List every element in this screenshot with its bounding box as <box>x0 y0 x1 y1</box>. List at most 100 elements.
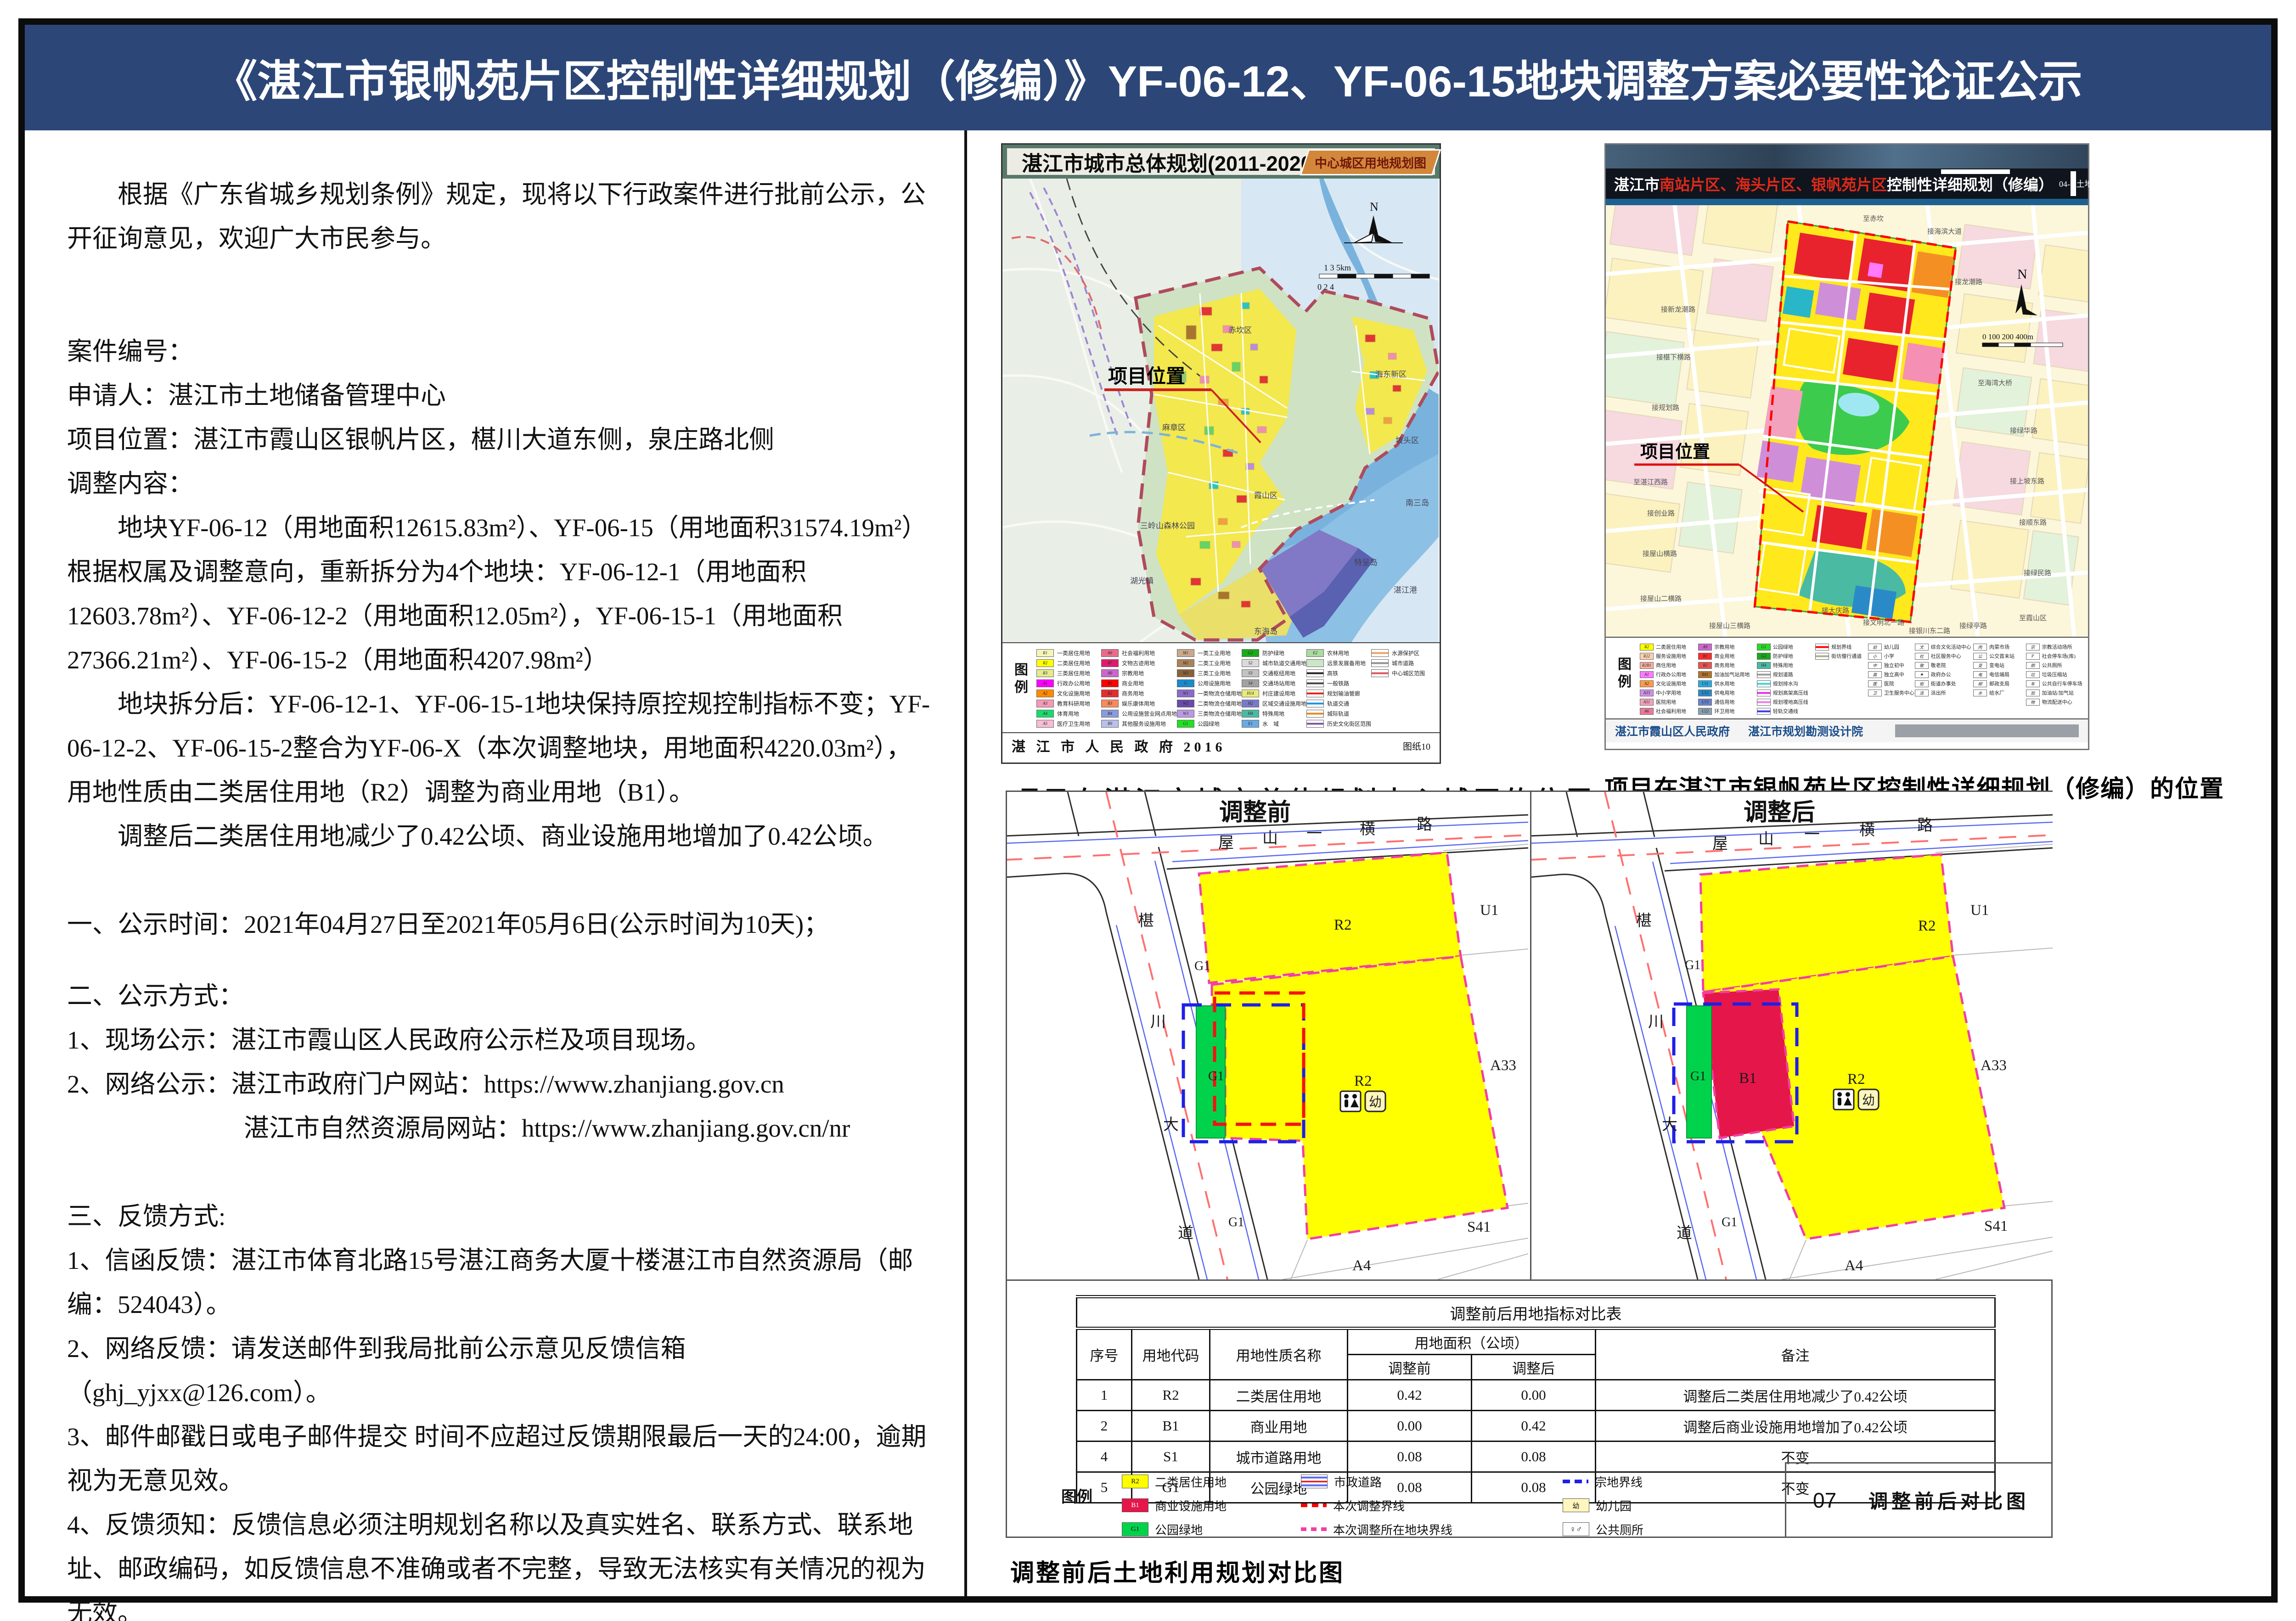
toilet-icon <box>1834 1089 1854 1110</box>
svg-text:项目位置: 项目位置 <box>1640 443 1710 462</box>
legend-item: M1一类工业用地 <box>1177 648 1242 658</box>
legend-item: A33中小学用地 <box>1640 688 1698 697</box>
kindergarten-icon: 幼 <box>1365 1091 1385 1111</box>
toilet-swatch: ♀♂ <box>1563 1522 1589 1536</box>
map2-footer: 湛江市霞山区人民政府 湛江市规划勘测设计院 <box>1606 718 2088 742</box>
legend-item: A2文化设施用地 <box>1640 679 1698 688</box>
svg-text:川: 川 <box>1648 1014 1664 1031</box>
legend-item: 公公交首末站 <box>1973 651 2026 661</box>
svg-text:R2: R2 <box>1918 918 1936 934</box>
legend-item: 敬敬老院 <box>1915 661 1973 670</box>
legend-item: U22环卫用地 <box>1698 707 1756 716</box>
svg-text:A33: A33 <box>1490 1057 1516 1074</box>
svg-text:G1: G1 <box>1194 959 1210 973</box>
decoration <box>1941 169 2010 174</box>
legend-item: P社会停车场(库) <box>2026 651 2084 661</box>
divider <box>1007 1279 2051 1281</box>
road-label: 接屋山横路 <box>1643 549 1677 558</box>
feedback-mail: 1、信函反馈：湛江市体育北路15号湛江商务大厦十楼湛江市自然资源局（邮编：524… <box>67 1239 932 1327</box>
public-notice-page: 《湛江市银帆苑片区控制性详细规划（修编）》YF-06-12、YF-06-15地块… <box>0 0 2296 1621</box>
feedback-notes: 4、反馈须知：反馈信息必须注明规划名称以及真实姓名、联系方式、联系地址、邮政编码… <box>67 1503 932 1621</box>
svg-text:路: 路 <box>1417 816 1432 833</box>
road-label: 接规划路 <box>1652 403 1679 412</box>
svg-text:椹: 椹 <box>1138 913 1154 930</box>
legend-item: B1商业用地 <box>1698 651 1756 661</box>
svg-text:屋: 屋 <box>1712 836 1728 853</box>
legend-item: R22服务设施用地 <box>1640 651 1698 661</box>
svg-text:G1: G1 <box>1690 1069 1706 1083</box>
header-band: 《湛江市银帆苑片区控制性详细规划（修编）》YF-06-12、YF-06-15地块… <box>25 25 2271 130</box>
project-location: 项目位置：湛江市霞山区银帆片区，椹川大道东侧，泉庄路北侧 <box>67 418 932 462</box>
svg-text:S41: S41 <box>1467 1219 1491 1235</box>
decoration <box>1895 724 2079 737</box>
col-header-serial: 序号 <box>1077 1329 1132 1380</box>
svg-text:道: 道 <box>1178 1224 1193 1242</box>
parcel-boundary-swatch <box>1563 1480 1588 1483</box>
legend-item: A9宗教用地 <box>1101 668 1177 678</box>
municipal-road-swatch <box>1301 1475 1328 1488</box>
road-label: 至霞山区 <box>2019 613 2047 623</box>
r2-swatch: R2 <box>1122 1475 1148 1488</box>
g1-swatch: G1 <box>1122 1522 1148 1536</box>
legend-item: 轨道交通 <box>1306 698 1371 708</box>
legend-item: 街坊慢行通道 <box>1815 651 1868 661</box>
section-time: 一、公示时间：2021年04月27日至2021年05月6日(公示时间为10天)； <box>67 903 932 947</box>
svg-text:N: N <box>1370 200 1379 213</box>
svg-text:屋: 屋 <box>1218 835 1234 852</box>
adjust-title: 调整内容： <box>67 462 932 506</box>
legend-item: W2二类物流仓储用地 <box>1177 698 1242 708</box>
legend-item: A6社会福利用地 <box>1101 648 1177 658</box>
legend-item: U15通信用地 <box>1698 697 1756 707</box>
legend-item: G1公园绿地 <box>1177 718 1242 729</box>
map1-gov: 湛 江 市 人 民 政 府 2016 <box>1012 735 1226 756</box>
kindergarten-icon: 幼 <box>1858 1089 1879 1110</box>
svg-text:椹: 椹 <box>1636 913 1652 930</box>
col-header-code: 用地代码 <box>1132 1329 1210 1380</box>
comparison-figure: 调整前 屋山 一横 路 椹川 大道 R2 R2 U1 A33 A4 S41 <box>1006 791 2053 1538</box>
map2-blue-stripe <box>1606 199 2088 205</box>
svg-text:川: 川 <box>1150 1014 1166 1031</box>
adjust-paragraph-3: 调整后二类居住用地减少了0.42公顷、商业设施用地增加了0.42公顷。 <box>67 814 932 858</box>
svg-text:G1: G1 <box>1685 958 1700 972</box>
svg-text:山: 山 <box>1758 831 1774 848</box>
legend-item: 邮邮政支局 <box>1973 679 2026 688</box>
adjust-paragraph-2: 地块拆分后：YF-06-12-1、YF-06-15-1地块保持原控规控制指标不变… <box>67 682 932 814</box>
road-label: 接创业路 <box>1647 508 1675 518</box>
svg-text:A33: A33 <box>1981 1057 2007 1074</box>
map2-title-bar: 湛江市 南站片区、海头片区、银帆苑片区 控制性详细规划（修编） 04-1 土地利… <box>1606 168 2088 199</box>
legend-item: S3交通枢纽用地 <box>1242 668 1306 678</box>
legend-item: R2二类居住用地 <box>1640 642 1698 651</box>
legend-item: M2二类工业用地 <box>1177 658 1242 668</box>
svg-text:N: N <box>2017 267 2027 282</box>
method-onsite: 1、现场公示：湛江市霞山区人民政府公示栏及项目现场。 <box>67 1018 932 1062</box>
legend-item: 街街道办事处 <box>1915 679 1973 688</box>
legend-item: 垃垃圾压缩站 <box>2026 670 2084 679</box>
road-label: 接屋山三横路 <box>1709 621 1750 630</box>
legend-item: 厕公共厕所 <box>2026 661 2084 670</box>
legend-item: ★政府办公 <box>1915 670 1973 679</box>
legend-item: 历史文化街区范围 <box>1306 718 1371 729</box>
sheet-name: 调整前后对比图 <box>1868 1486 2029 1514</box>
legend-item: A2文化设施用地 <box>1036 688 1101 698</box>
legend-item: 宗宗教活动场所 <box>2026 642 2084 651</box>
col-header-before: 调整前 <box>1348 1355 1472 1380</box>
legend-item: 水给水厂 <box>1973 688 2026 697</box>
road-label: 接海滨大道 <box>1927 226 1962 236</box>
legend-item: 加加油站/加气站 <box>2026 688 2084 697</box>
legend-item: U12供电用地 <box>1698 688 1756 697</box>
col-header-name: 用地性质名称 <box>1210 1329 1348 1380</box>
notice-text-column: 根据《广东省城乡规划条例》规定，现将以下行政案件进行批前公示，公开征询意见，欢迎… <box>25 130 967 1596</box>
col-header-area: 用地面积（公顷） <box>1348 1329 1596 1355</box>
road-label: 接龙潮路 <box>1955 277 1982 286</box>
adjust-boundary-swatch <box>1301 1503 1327 1507</box>
road-label: 接顺东路 <box>2019 517 2047 527</box>
feedback-deadline: 3、邮件邮戳日或电子邮件提交 时间不应超过反馈期限最后一天的24:00，逾期视为… <box>67 1415 932 1503</box>
detail-plan-map: 湛江市 南站片区、海头片区、银帆苑片区 控制性详细规划（修编） 04-1 土地利… <box>1604 143 2089 750</box>
method-web: 2、网络公示：湛江市政府门户网站：https://www.zhanjiang.g… <box>67 1062 932 1106</box>
legend-item: 车公共自行车停车场 <box>2026 679 2084 688</box>
legend-item: 变变电站 <box>1973 661 2026 670</box>
svg-text:横: 横 <box>1859 821 1875 839</box>
sheet-number: 07 <box>1813 1488 1836 1513</box>
legend-item: 派派出所 <box>1915 688 1973 697</box>
legend-item: A9宗教用地 <box>1698 642 1756 651</box>
